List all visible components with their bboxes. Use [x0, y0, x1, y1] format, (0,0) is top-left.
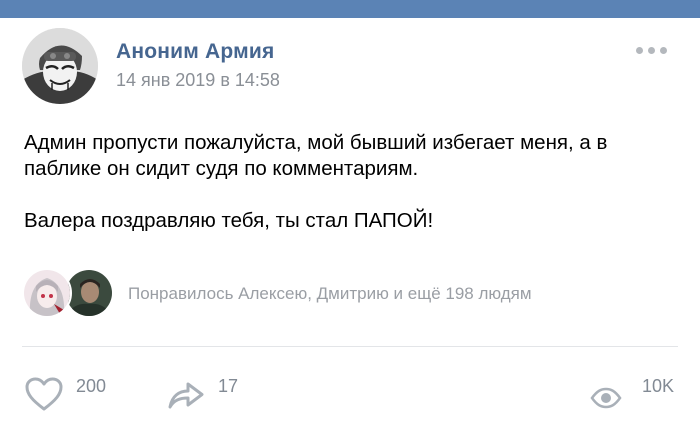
masked-soldier-avatar-image [22, 28, 98, 104]
more-dots-icon [636, 46, 643, 54]
author-avatar[interactable] [22, 28, 98, 104]
post-text-paragraph: Админ пропусти пожалуйста, мой бывший из… [24, 131, 608, 180]
like-button[interactable]: 200 [24, 376, 106, 412]
eye-icon [590, 387, 622, 409]
liker-avatar [22, 268, 72, 318]
share-arrow-icon [168, 382, 204, 409]
top-app-bar [0, 0, 700, 18]
likes-count: 200 [76, 376, 107, 396]
shares-count: 17 [218, 376, 239, 396]
liked-by-text[interactable]: Понравилось Алексею, Дмитрию и ещё 198 л… [128, 284, 532, 304]
more-dots-icon [660, 46, 667, 54]
divider [22, 346, 678, 347]
post-text-paragraph: Валера поздравляю тебя, ты стал ПАПОЙ! [24, 209, 434, 232]
share-button[interactable]: 17 [166, 376, 238, 412]
author-name[interactable]: Аноним Армия [116, 40, 274, 64]
more-dots-icon [648, 46, 655, 54]
anime-girl-avatar-image [24, 270, 70, 316]
likers-avatars[interactable] [22, 268, 118, 318]
heart-icon [25, 377, 63, 411]
post-card: Аноним Армия 14 янв 2019 в 14:58 Админ п… [0, 18, 700, 428]
post-text: Админ пропусти пожалуйста, мой бывший из… [24, 130, 684, 234]
views-count: 10K [642, 376, 675, 396]
post-timestamp: 14 янв 2019 в 14:58 [116, 70, 280, 90]
man-avatar-image [66, 270, 112, 316]
more-options-button[interactable] [636, 44, 672, 56]
